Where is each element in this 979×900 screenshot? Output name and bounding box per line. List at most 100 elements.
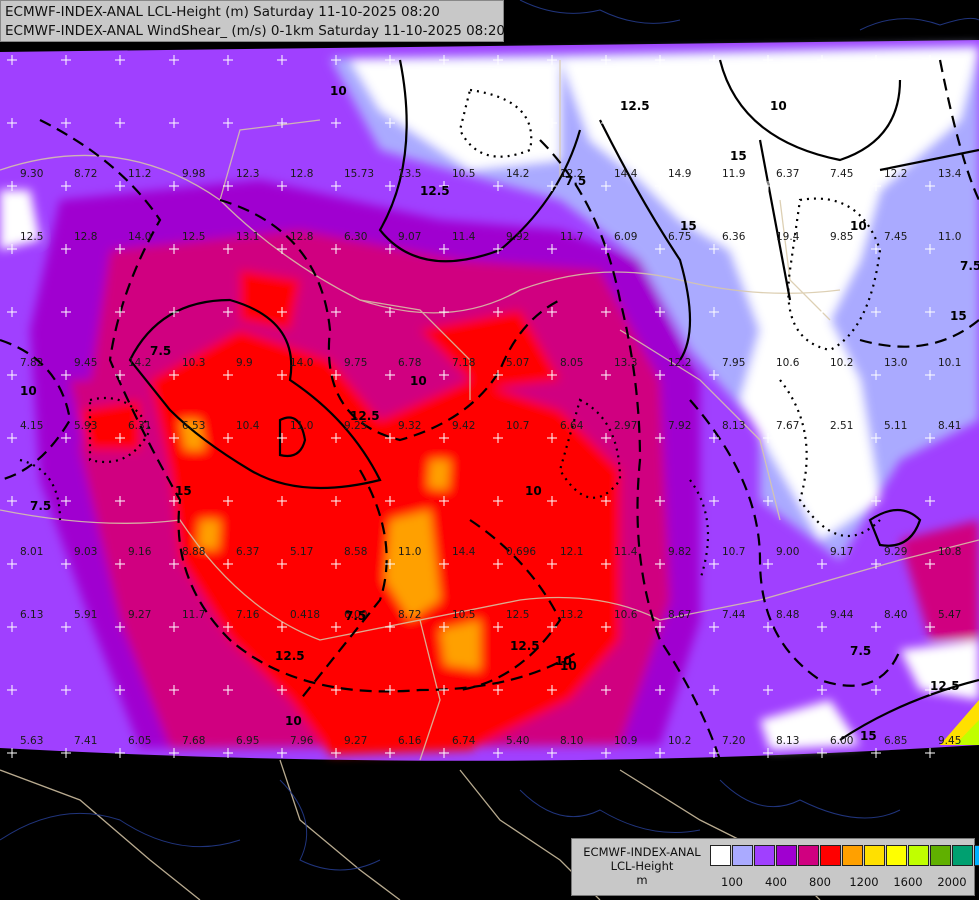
contour-label: 7.5: [30, 499, 51, 513]
value-label: 9.82: [668, 546, 691, 558]
value-label: 8.88: [182, 546, 205, 558]
value-label: 12.8: [290, 231, 313, 243]
contour-label: 12.5: [350, 409, 380, 423]
value-label: 12.2: [668, 357, 691, 369]
value-label: 7.95: [722, 357, 745, 369]
value-label: 9.98: [182, 168, 205, 180]
value-label: 9.42: [452, 420, 475, 432]
value-label: 10.5: [452, 609, 475, 621]
value-label: 10.4: [236, 420, 260, 432]
value-label: 8.40: [884, 609, 907, 621]
contour-label: 12.5: [420, 184, 450, 198]
legend-swatch: [952, 845, 973, 866]
value-label: 9.45: [74, 357, 97, 369]
legend-swatch: [974, 845, 979, 866]
contour-label: 10: [20, 384, 37, 398]
value-label: 5.93: [74, 420, 97, 432]
value-label: 9.29: [884, 546, 907, 558]
value-label: 11.4: [452, 231, 476, 243]
contour-label: 7.5: [960, 259, 979, 273]
value-label: 10.8: [938, 546, 961, 558]
legend-tick: 1600: [893, 875, 923, 889]
value-label: 7.68: [182, 735, 205, 747]
value-label: 11.0: [938, 231, 961, 243]
value-label: 10.7: [506, 420, 529, 432]
legend-variable: LCL-Height: [610, 859, 674, 873]
legend-tick-labels: 100 400 800 1200 1600 2000: [710, 875, 974, 889]
map-viewer: 9.30 8.72 11.2 9.98 12.3 12.8 15.73 13.5 10.5 14.…: [0, 0, 979, 900]
value-label: 6.37: [776, 168, 799, 180]
legend-swatch: [930, 845, 951, 866]
title-lcl-height: ECMWF-INDEX-ANAL LCL-Height (m) Saturday…: [5, 4, 440, 20]
contour-label: 10: [770, 99, 787, 113]
value-label: 19.4: [776, 231, 800, 243]
value-label: 6.37: [236, 546, 259, 558]
legend-tick: 1200: [849, 875, 879, 889]
value-label: 9.32: [398, 420, 421, 432]
value-label: 6.36: [722, 231, 746, 243]
value-label: 10.7: [722, 546, 745, 558]
contour-label: 12.5: [930, 679, 960, 693]
value-label: 12.5: [20, 231, 43, 243]
title-wind-shear: ECMWF-INDEX-ANAL WindShear_ (m/s) 0-1km …: [5, 23, 505, 39]
value-label: 5.63: [20, 735, 43, 747]
value-label: 9.75: [344, 357, 367, 369]
value-label: 6.95: [236, 735, 259, 747]
contour-label: 15: [730, 149, 747, 163]
value-label: 7.18: [452, 357, 475, 369]
value-label: 8.58: [344, 546, 367, 558]
contour-label: 7.5: [345, 609, 366, 623]
value-label: 11.0: [290, 420, 313, 432]
value-label: 6.00: [830, 735, 853, 747]
value-label: 11.7: [560, 231, 583, 243]
value-label: 9.44: [830, 609, 854, 621]
contour-label: 10: [330, 84, 347, 98]
value-label: 5.47: [938, 609, 961, 621]
value-label: 10.9: [614, 735, 637, 747]
legend-tick: 100: [721, 875, 743, 889]
value-label: 9.92: [506, 231, 529, 243]
legend-swatch: [732, 845, 753, 866]
value-label: 10.3: [182, 357, 205, 369]
value-label: 8.01: [20, 546, 43, 558]
legend-swatch: [710, 845, 731, 866]
value-label: 14.9: [668, 168, 691, 180]
value-label: 6.13: [20, 609, 43, 621]
value-label: 8.41: [938, 420, 961, 432]
value-label: 10.1: [938, 357, 961, 369]
value-label: 12.1: [560, 546, 583, 558]
legend-swatch: [754, 845, 775, 866]
value-label: 10.2: [830, 357, 853, 369]
legend-model: ECMWF-INDEX-ANAL: [583, 845, 701, 859]
contour-label: 15: [860, 729, 877, 743]
value-label: 11.7: [182, 609, 205, 621]
legend-tick: 2000: [937, 875, 967, 889]
legend-unit: m: [636, 873, 648, 887]
value-label: 9.45: [938, 735, 961, 747]
value-label: 5.07: [506, 357, 529, 369]
legend-swatch: [776, 845, 797, 866]
value-label: 14.2: [506, 168, 529, 180]
value-label: 6.85: [884, 735, 907, 747]
value-label: 6.64: [560, 420, 584, 432]
legend-swatch: [886, 845, 907, 866]
value-label: 5.17: [290, 546, 313, 558]
value-label: 14.0: [290, 357, 313, 369]
value-label: 12.5: [506, 609, 529, 621]
contour-label: 7.5: [150, 344, 171, 358]
value-label: 10.2: [668, 735, 691, 747]
weather-map: 9.30 8.72 11.2 9.98 12.3 12.8 15.73 13.5 10.5 14.…: [0, 0, 979, 900]
contour-label: 10: [850, 219, 867, 233]
contour-label: 10: [525, 484, 542, 498]
value-label: 10.6: [776, 357, 800, 369]
value-label: 9.27: [128, 609, 151, 621]
value-label: 12.2: [884, 168, 907, 180]
contour-label: 10: [410, 374, 427, 388]
value-label: 13.0: [884, 357, 907, 369]
value-label: 7.41: [74, 735, 97, 747]
value-label: 7.96: [290, 735, 314, 747]
value-label: 9.00: [776, 546, 799, 558]
value-label: 15.73: [344, 168, 374, 180]
value-label: 12.3: [236, 168, 259, 180]
value-label: 12.8: [290, 168, 313, 180]
